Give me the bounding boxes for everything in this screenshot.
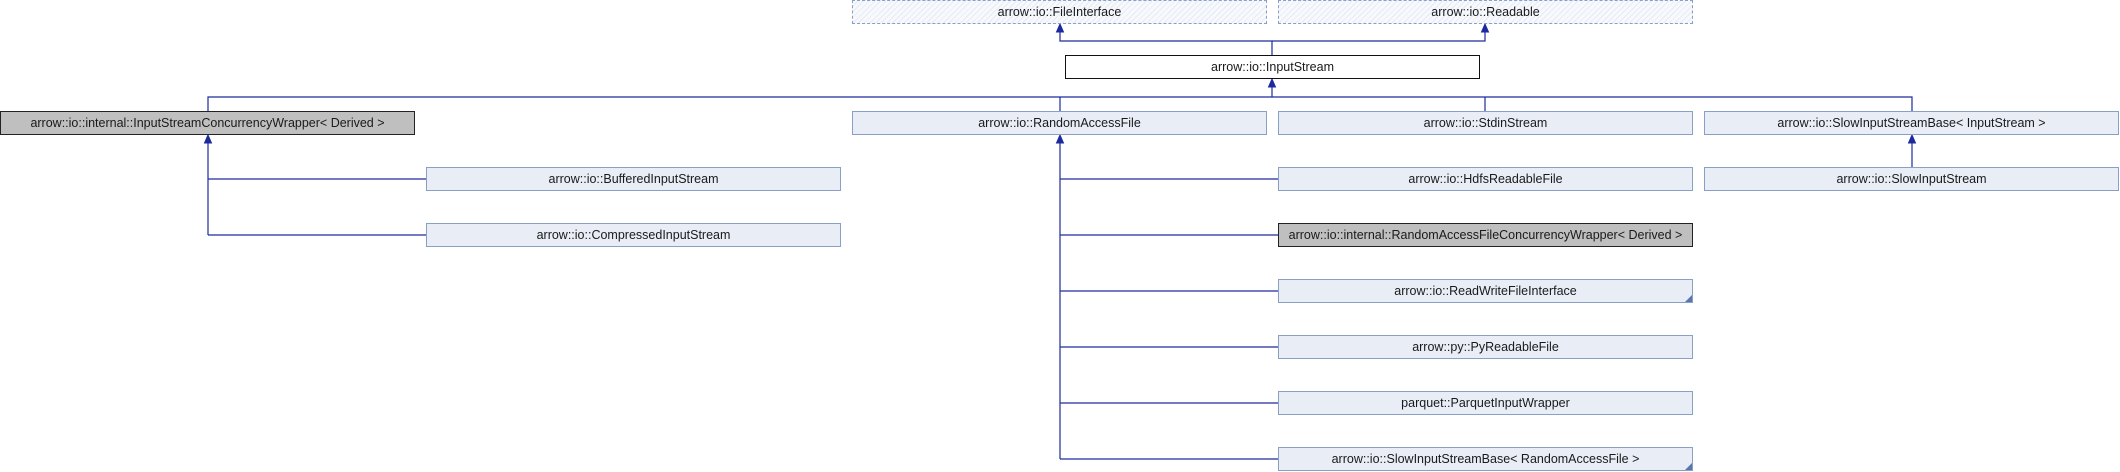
node-parquet-input-wrapper[interactable]: parquet::ParquetInputWrapper	[1278, 391, 1693, 415]
inheritance-diagram: arrow::io::FileInterface arrow::io::Read…	[0, 0, 2120, 472]
node-input-stream-concurrency-wrapper[interactable]: arrow::io::internal::InputStreamConcurre…	[0, 111, 415, 135]
node-label: arrow::io::BufferedInputStream	[548, 172, 719, 186]
node-label: arrow::io::SlowInputStream	[1836, 172, 1987, 186]
node-hdfs-readable-file[interactable]: arrow::io::HdfsReadableFile	[1278, 167, 1693, 191]
inheritance-edges	[203, 22, 1917, 460]
node-readable[interactable]: arrow::io::Readable	[1278, 0, 1693, 24]
arrowhead-randomaccessfile	[1055, 133, 1065, 144]
node-label: arrow::io::RandomAccessFile	[978, 116, 1141, 130]
node-label: arrow::io::InputStream	[1211, 60, 1334, 74]
node-py-readable-file[interactable]: arrow::py::PyReadableFile	[1278, 335, 1693, 359]
arrowhead-fileinterface	[1055, 22, 1065, 33]
node-label: arrow::io::SlowInputStreamBase< RandomAc…	[1331, 452, 1640, 466]
node-label: arrow::io::ReadWriteFileInterface	[1394, 284, 1577, 298]
node-label: arrow::io::internal::RandomAccessFileCon…	[1288, 228, 1683, 242]
node-label: parquet::ParquetInputWrapper	[1401, 396, 1570, 410]
node-file-interface[interactable]: arrow::io::FileInterface	[852, 0, 1267, 24]
edge-inputstream-readable	[1272, 25, 1486, 42]
node-label: arrow::io::Readable	[1431, 5, 1540, 19]
node-slow-input-stream-base-random-access-file[interactable]: arrow::io::SlowInputStreamBase< RandomAc…	[1278, 447, 1693, 471]
node-label: arrow::io::CompressedInputStream	[536, 228, 731, 242]
node-buffered-input-stream[interactable]: arrow::io::BufferedInputStream	[426, 167, 841, 191]
node-compressed-input-stream[interactable]: arrow::io::CompressedInputStream	[426, 223, 841, 247]
node-slow-input-stream[interactable]: arrow::io::SlowInputStream	[1704, 167, 2119, 191]
arrowhead-inputstream	[1267, 77, 1277, 88]
node-label: arrow::io::StdinStream	[1423, 116, 1548, 130]
node-random-access-file-concurrency-wrapper[interactable]: arrow::io::internal::RandomAccessFileCon…	[1278, 223, 1693, 247]
node-slow-input-stream-base-input-stream[interactable]: arrow::io::SlowInputStreamBase< InputStr…	[1704, 111, 2119, 135]
node-label: arrow::io::FileInterface	[997, 5, 1122, 19]
edge-inputstream-fileinterface	[1059, 25, 1273, 55]
node-read-write-file-interface[interactable]: arrow::io::ReadWriteFileInterface	[1278, 279, 1693, 303]
node-stdin-stream[interactable]: arrow::io::StdinStream	[1278, 111, 1693, 135]
node-random-access-file[interactable]: arrow::io::RandomAccessFile	[852, 111, 1267, 135]
node-input-stream: arrow::io::InputStream	[1065, 55, 1480, 79]
arrowhead-concurrencywrapper	[203, 133, 213, 144]
arrowhead-readable	[1480, 22, 1490, 33]
node-label: arrow::py::PyReadableFile	[1412, 340, 1559, 354]
node-label: arrow::io::HdfsReadableFile	[1408, 172, 1563, 186]
arrowhead-slowinputstreambase	[1907, 133, 1917, 144]
node-label: arrow::io::internal::InputStreamConcurre…	[30, 116, 385, 130]
node-label: arrow::io::SlowInputStreamBase< InputStr…	[1777, 116, 2046, 130]
